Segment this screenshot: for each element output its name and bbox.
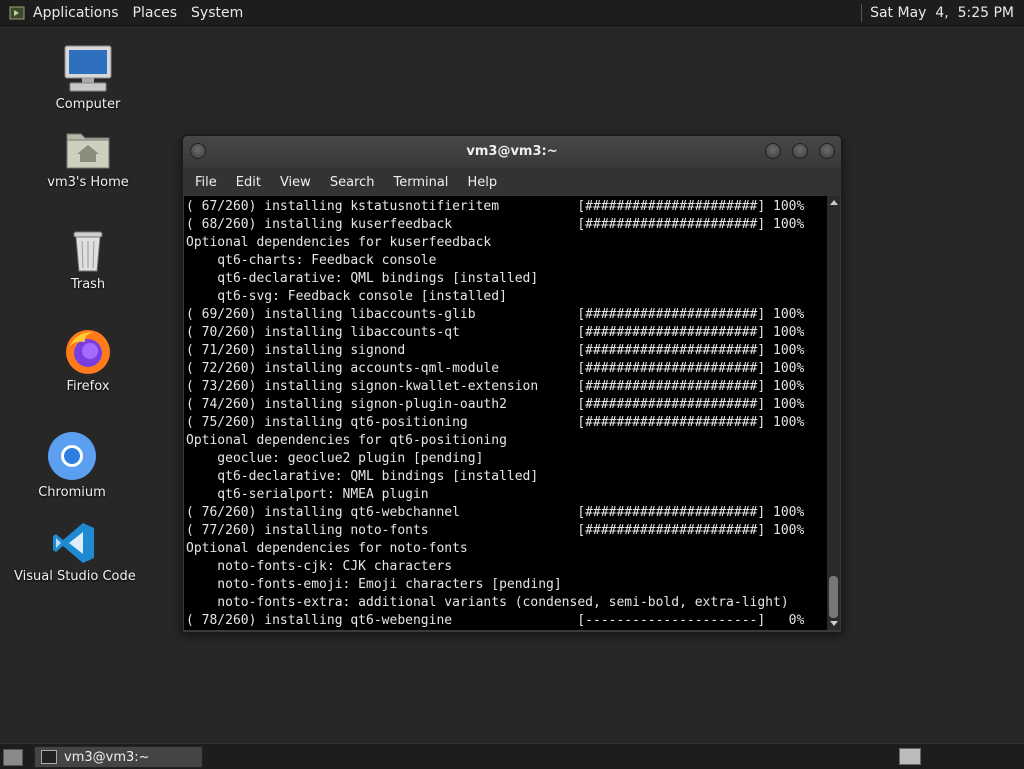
desktop-icon-label: Firefox bbox=[66, 379, 110, 394]
terminal-menubar: File Edit View Search Terminal Help bbox=[183, 168, 841, 196]
terminal-line: qt6-declarative: QML bindings [installed… bbox=[186, 271, 539, 286]
close-button[interactable] bbox=[819, 143, 835, 159]
main-menu-logo-icon[interactable] bbox=[9, 5, 25, 21]
terminal-line: ( 78/260) installing qt6-webengine [----… bbox=[186, 613, 805, 628]
terminal-line: ( 68/260) installing kuserfeedback [####… bbox=[186, 217, 805, 232]
computer-icon bbox=[64, 45, 112, 92]
terminal-output[interactable]: ( 67/260) installing kstatusnotifieritem… bbox=[184, 196, 827, 630]
window-titlebar[interactable]: vm3@vm3:~ bbox=[183, 136, 841, 168]
terminal-line: noto-fonts-cjk: CJK characters bbox=[186, 559, 453, 574]
terminal-line: Optional dependencies for noto-fonts bbox=[186, 541, 468, 556]
trash-icon bbox=[73, 231, 103, 272]
terminal-line: qt6-declarative: QML bindings [installed… bbox=[186, 469, 539, 484]
terminal-line: ( 67/260) installing kstatusnotifieritem… bbox=[186, 199, 805, 214]
terminal-line: noto-fonts-emoji: Emoji characters [pend… bbox=[186, 577, 562, 592]
system-menu[interactable]: System bbox=[191, 5, 243, 21]
minimize-button[interactable] bbox=[765, 143, 781, 159]
menu-view[interactable]: View bbox=[280, 175, 311, 190]
terminal-line: qt6-svg: Feedback console [installed] bbox=[186, 289, 507, 304]
taskbar-window-label: vm3@vm3:~ bbox=[64, 749, 150, 765]
terminal-line: noto-fonts-extra: additional variants (c… bbox=[186, 595, 789, 610]
terminal-line: ( 76/260) installing qt6-webchannel [###… bbox=[186, 505, 805, 520]
terminal-text: ( 67/260) installing kstatusnotifieritem… bbox=[184, 196, 827, 630]
chromium-icon bbox=[48, 432, 96, 480]
menu-file[interactable]: File bbox=[195, 175, 217, 190]
show-desktop-icon[interactable] bbox=[3, 749, 23, 766]
terminal-line: qt6-charts: Feedback console bbox=[186, 253, 437, 268]
desktop-icon-label: Chromium bbox=[38, 485, 106, 500]
menu-help[interactable]: Help bbox=[467, 175, 497, 190]
vscode-icon bbox=[53, 523, 94, 563]
top-panel: Applications Places System Sat May 4, 5:… bbox=[0, 0, 1024, 26]
applications-menu[interactable]: Applications bbox=[33, 5, 119, 21]
terminal-line: qt6-serialport: NMEA plugin bbox=[186, 487, 429, 502]
maximize-button[interactable] bbox=[792, 143, 808, 159]
firefox-icon bbox=[66, 330, 110, 374]
desktop-icon-chromium[interactable]: Chromium bbox=[32, 430, 112, 500]
terminal-line: ( 70/260) installing libaccounts-qt [###… bbox=[186, 325, 805, 340]
workspace-switcher-icon[interactable] bbox=[899, 748, 921, 765]
menu-edit[interactable]: Edit bbox=[236, 175, 261, 190]
home-folder-icon bbox=[66, 133, 110, 169]
window-title: vm3@vm3:~ bbox=[466, 144, 558, 159]
menu-terminal[interactable]: Terminal bbox=[393, 175, 448, 190]
scroll-down-arrow-icon[interactable] bbox=[830, 621, 838, 626]
terminal-window[interactable]: vm3@vm3:~ File Edit View Search Terminal… bbox=[182, 135, 842, 633]
taskbar-window-button[interactable]: vm3@vm3:~ bbox=[34, 746, 203, 768]
terminal-line: ( 77/260) installing noto-fonts [#######… bbox=[186, 523, 805, 538]
terminal-line: ( 75/260) installing qt6-positioning [##… bbox=[186, 415, 805, 430]
desktop-icon-computer[interactable]: Computer bbox=[48, 44, 128, 112]
clock[interactable]: Sat May 4, 5:25 PM bbox=[870, 5, 1014, 21]
terminal-line: ( 69/260) installing libaccounts-glib [#… bbox=[186, 307, 805, 322]
desktop-icon-label: Visual Studio Code bbox=[14, 569, 136, 584]
desktop-icon-home[interactable]: vm3's Home bbox=[38, 128, 138, 190]
terminal-line: ( 71/260) installing signond [##########… bbox=[186, 343, 805, 358]
terminal-line: Optional dependencies for kuserfeedback bbox=[186, 235, 492, 250]
panel-separator bbox=[861, 3, 863, 22]
terminal-line: geoclue: geoclue2 plugin [pending] bbox=[186, 451, 484, 466]
bottom-panel: vm3@vm3:~ bbox=[0, 743, 1024, 769]
terminal-icon bbox=[41, 750, 57, 764]
places-menu[interactable]: Places bbox=[133, 5, 178, 21]
terminal-line: ( 72/260) installing accounts-qml-module… bbox=[186, 361, 805, 376]
terminal-line: ( 74/260) installing signon-plugin-oauth… bbox=[186, 397, 805, 412]
terminal-scrollbar[interactable] bbox=[827, 196, 840, 630]
menu-search[interactable]: Search bbox=[330, 175, 375, 190]
desktop-icon-label: vm3's Home bbox=[47, 175, 129, 190]
desktop-icon-label: Trash bbox=[70, 277, 106, 292]
desktop-icon-firefox[interactable]: Firefox bbox=[48, 326, 128, 394]
terminal-line: Optional dependencies for qt6-positionin… bbox=[186, 433, 507, 448]
scroll-up-arrow-icon[interactable] bbox=[830, 200, 838, 205]
desktop-icon-trash[interactable]: Trash bbox=[48, 228, 128, 292]
desktop-icon-label: Computer bbox=[55, 97, 121, 112]
desktop-icon-vscode[interactable]: Visual Studio Code bbox=[14, 520, 136, 584]
scrollbar-thumb[interactable] bbox=[829, 576, 838, 618]
terminal-line: ( 73/260) installing signon-kwallet-exte… bbox=[186, 379, 805, 394]
